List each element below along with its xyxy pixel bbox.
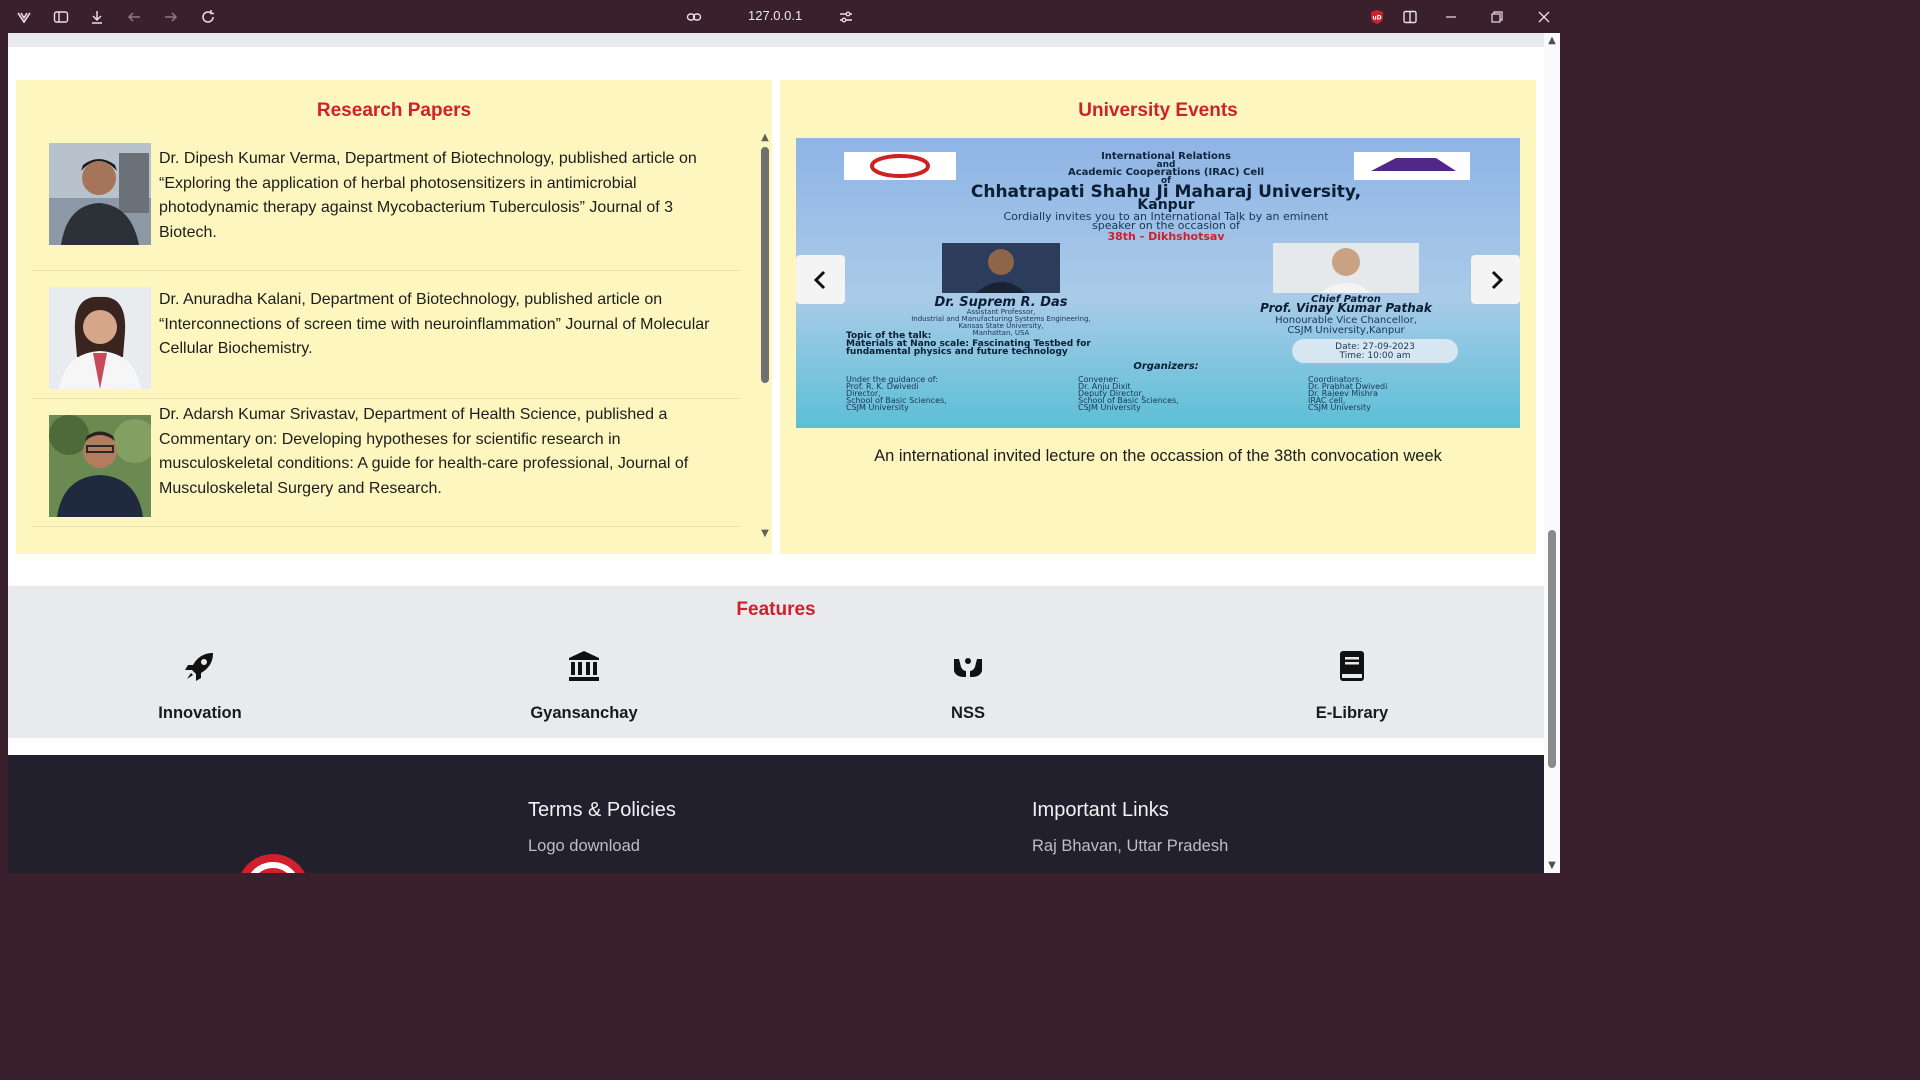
list-item[interactable]	[32, 527, 740, 541]
page-scrollbar[interactable]: ▲ ▼	[1544, 33, 1560, 873]
page-viewport: Research Papers Dr. Dipesh Kumar Verma, …	[8, 33, 1544, 873]
svg-text:fundamental physics and future: fundamental physics and future technolog…	[846, 347, 1068, 357]
paper-description: Dr. Adarsh Kumar Srivastav, Department o…	[159, 406, 689, 497]
svg-text:Manhattan, USA: Manhattan, USA	[973, 329, 1030, 337]
address-bar-url[interactable]: 127.0.0.1	[748, 8, 802, 23]
event-poster-image: International Relations and Academic Coo…	[796, 138, 1520, 428]
download-icon[interactable]	[88, 8, 106, 26]
feature-label: NSS	[951, 704, 985, 722]
split-view-icon[interactable]	[1401, 8, 1419, 26]
paper-description: Dr. Dipesh Kumar Verma, Department of Bi…	[159, 150, 697, 241]
carousel-next-button[interactable]	[1471, 255, 1520, 304]
features-section: Features Innovation Gyansanchay NSS E-Li…	[8, 586, 1544, 738]
event-caption: An international invited lecture on the …	[874, 447, 1442, 465]
svg-text:CSJM University,Kanpur: CSJM University,Kanpur	[1287, 325, 1405, 336]
feature-label: Gyansanchay	[530, 704, 638, 722]
chevron-left-icon	[813, 270, 825, 289]
svg-text:Prof. Vinay Kumar Pathak: Prof. Vinay Kumar Pathak	[1260, 301, 1433, 315]
papers-scrollbar[interactable]: ▲ ▼	[759, 132, 771, 540]
terms-policies-heading: Terms & Policies	[528, 799, 676, 821]
university-logo	[241, 854, 305, 873]
forward-icon[interactable]	[162, 8, 180, 26]
page-scrollbar-thumb[interactable]	[1548, 530, 1556, 768]
author-photo	[49, 415, 151, 517]
feature-e-library[interactable]: E-Library	[1232, 646, 1472, 723]
features-title: Features	[736, 599, 816, 620]
site-settings-icon[interactable]	[837, 8, 855, 26]
list-item[interactable]: Dr. Anuradha Kalani, Department of Biote…	[32, 271, 740, 399]
events-carousel[interactable]: International Relations and Academic Coo…	[796, 138, 1520, 428]
close-icon[interactable]	[1535, 8, 1553, 26]
list-item[interactable]: Dr. Dipesh Kumar Verma, Department of Bi…	[32, 143, 740, 271]
important-links-heading: Important Links	[1032, 799, 1169, 821]
ublock-icon[interactable]: uD	[1368, 8, 1386, 26]
institution-icon	[464, 646, 704, 686]
svg-text:CSJM University: CSJM University	[1308, 403, 1371, 412]
logo-download-link[interactable]: Logo download	[528, 837, 640, 856]
rocket-icon	[80, 646, 320, 686]
svg-text:Organizers:: Organizers:	[1133, 361, 1198, 372]
list-item[interactable]: Dr. Adarsh Kumar Srivastav, Department o…	[32, 399, 740, 527]
university-events-title: University Events	[1078, 100, 1238, 121]
svg-text:Time: 10:00 am: Time: 10:00 am	[1339, 351, 1411, 361]
scrollbar-thumb[interactable]	[761, 147, 769, 383]
carousel-prev-button[interactable]	[796, 255, 845, 304]
scroll-up-arrow-icon[interactable]: ▲	[759, 132, 771, 144]
site-footer: Terms & Policies Logo download Important…	[8, 755, 1544, 873]
hands-icon	[848, 646, 1088, 686]
chevron-right-icon	[1491, 270, 1503, 289]
reload-icon[interactable]	[199, 8, 217, 26]
section-divider	[8, 33, 1544, 47]
link-icon[interactable]	[685, 8, 703, 26]
research-papers-list[interactable]: Dr. Dipesh Kumar Verma, Department of Bi…	[32, 143, 740, 541]
vivaldi-logo-icon[interactable]	[15, 8, 33, 26]
page-scroll-up-icon[interactable]: ▲	[1544, 35, 1560, 46]
minimize-icon[interactable]	[1442, 8, 1460, 26]
university-events-panel: University Events International Relation…	[780, 80, 1536, 554]
author-photo	[49, 143, 151, 245]
back-icon[interactable]	[125, 8, 143, 26]
research-papers-title: Research Papers	[316, 100, 472, 121]
feature-label: Innovation	[158, 704, 242, 722]
book-icon	[1232, 646, 1472, 686]
browser-titlebar: 127.0.0.1 uD	[0, 0, 1568, 33]
feature-innovation[interactable]: Innovation	[80, 646, 320, 723]
svg-text:uD: uD	[1372, 15, 1381, 22]
panel-toggle-icon[interactable]	[52, 8, 70, 26]
page-scroll-down-icon[interactable]: ▼	[1544, 860, 1560, 871]
paper-description: Dr. Anuradha Kalani, Department of Biote…	[159, 291, 710, 357]
feature-label: E-Library	[1315, 704, 1389, 722]
svg-text:38th - Dikhshotsav: 38th - Dikhshotsav	[1107, 230, 1225, 243]
feature-nss[interactable]: NSS	[848, 646, 1088, 723]
scroll-down-arrow-icon[interactable]: ▼	[759, 528, 771, 540]
raj-bhavan-link[interactable]: Raj Bhavan, Uttar Pradesh	[1032, 837, 1228, 856]
research-papers-panel: Research Papers Dr. Dipesh Kumar Verma, …	[16, 80, 772, 554]
feature-gyansanchay[interactable]: Gyansanchay	[464, 646, 704, 723]
svg-text:CSJM University: CSJM University	[1078, 403, 1141, 412]
restore-icon[interactable]	[1488, 8, 1506, 26]
svg-text:CSJM University: CSJM University	[846, 403, 909, 412]
author-photo	[49, 287, 151, 389]
